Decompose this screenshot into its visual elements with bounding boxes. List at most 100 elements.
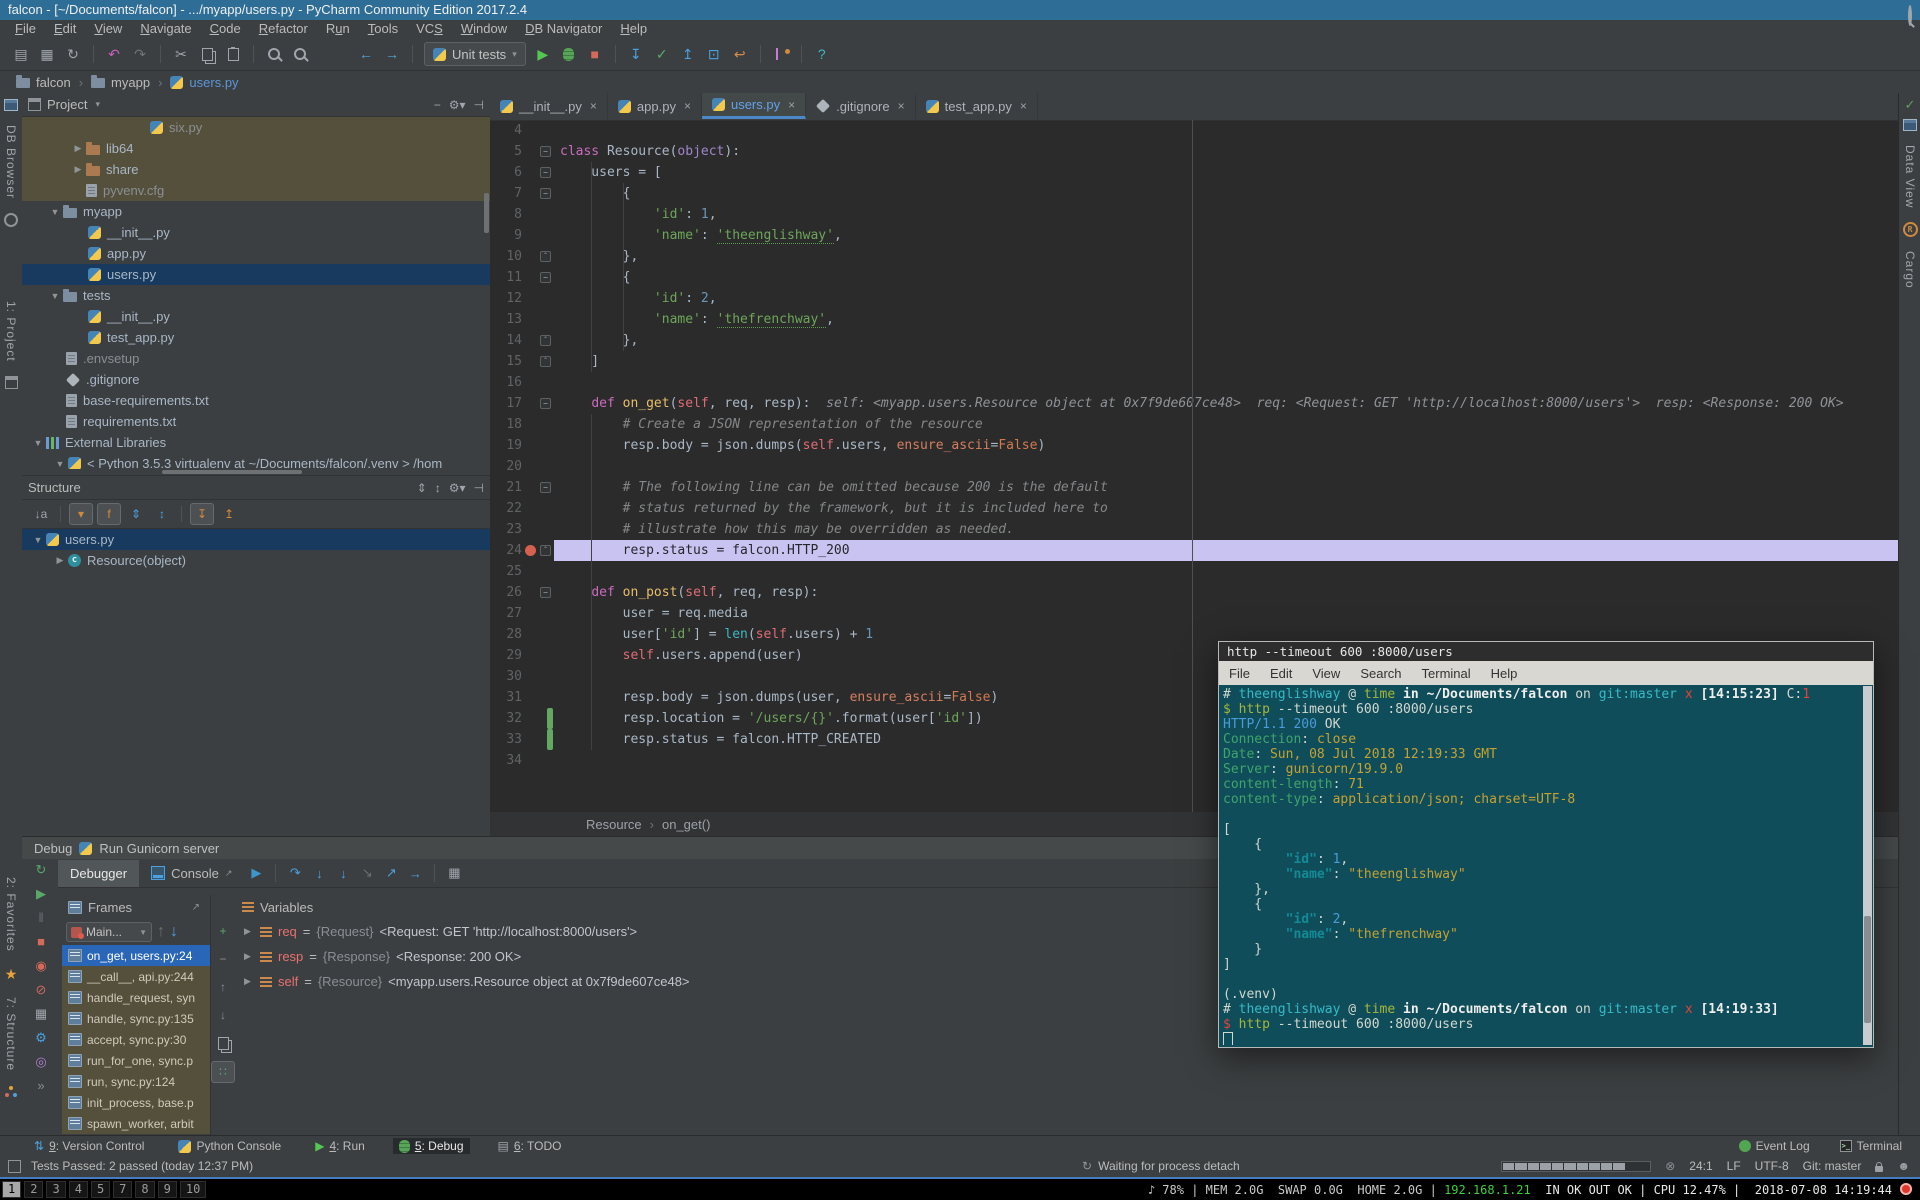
view-breakpoints-icon[interactable]: ◉ — [29, 957, 53, 974]
tab-test-app-py[interactable]: test_app.py× — [916, 93, 1038, 119]
toolwindow-6-todo[interactable]: ▤6: TODO — [492, 1138, 568, 1154]
find-icon[interactable] — [262, 43, 286, 65]
project-item-users-py[interactable]: users.py — [22, 264, 490, 285]
code-line-7[interactable]: 7− { — [490, 183, 1898, 204]
menu-help[interactable]: Help — [611, 20, 656, 38]
project-item-external-libraries[interactable]: ▼External Libraries — [22, 432, 490, 453]
project-item-share[interactable]: ▶share — [22, 159, 490, 180]
frame-row[interactable]: handle_request, syn — [62, 987, 210, 1008]
project-item-init-py[interactable]: __init__.py — [22, 306, 490, 327]
code-line-17[interactable]: 17− def on_get(self, req, resp): self: <… — [490, 393, 1898, 414]
menu-edit[interactable]: Edit — [45, 20, 85, 38]
file-encoding[interactable]: UTF-8 — [1755, 1159, 1789, 1173]
code-line-13[interactable]: 13 'name': 'thefrenchway', — [490, 309, 1898, 330]
frame-row[interactable]: on_get, users.py:24 — [62, 945, 210, 966]
stop-progress-icon[interactable]: ⊗ — [1665, 1159, 1675, 1173]
tool-button-1-project[interactable]: 1: Project — [4, 301, 18, 362]
editor-breadcrumb-resource[interactable]: Resource — [586, 817, 642, 832]
tab-init-py[interactable]: __init__.py× — [490, 93, 608, 119]
expand-all-icon[interactable]: ⇕ — [417, 481, 427, 495]
workspace-5[interactable]: 5 — [91, 1181, 110, 1198]
workspace-10[interactable]: 10 — [180, 1181, 206, 1198]
code-line-14[interactable]: 14ˆ }, — [490, 330, 1898, 351]
copy-icon[interactable] — [195, 43, 219, 65]
project-item-test-app-py[interactable]: test_app.py — [22, 327, 490, 348]
step-out-icon[interactable]: ↗ — [379, 862, 403, 884]
terminal-menu-edit[interactable]: Edit — [1260, 666, 1302, 681]
sort-alphabetically-icon[interactable]: ↓a — [30, 504, 52, 524]
toolwindow-toggle-icon[interactable] — [8, 1160, 21, 1173]
project-tree-vscrollbar[interactable] — [484, 193, 489, 233]
tool-button-cargo[interactable]: Cargo — [1903, 251, 1917, 289]
code-line-11[interactable]: 11− { — [490, 267, 1898, 288]
menu-file[interactable]: File — [6, 20, 45, 38]
expand-all-icon[interactable]: ⇕ — [125, 504, 147, 524]
workspace-3[interactable]: 3 — [46, 1181, 65, 1198]
step-into-my-code-icon[interactable]: ↓ — [331, 862, 355, 884]
breakpoint-icon[interactable] — [525, 545, 536, 556]
project-item-base-requirements-txt[interactable]: base-requirements.txt — [22, 390, 490, 411]
structure-item-resource-object[interactable]: ▶cResource(object) — [22, 550, 490, 571]
gear-icon[interactable]: ⚙▾ — [449, 98, 466, 112]
menu-tools[interactable]: Tools — [359, 20, 407, 38]
toolwindow-python-console[interactable]: Python Console — [172, 1138, 287, 1154]
paste-icon[interactable] — [221, 43, 245, 65]
structure-item-users-py[interactable]: ▼users.py — [22, 529, 490, 550]
toolwindow-event-log[interactable]: Event Log — [1733, 1138, 1816, 1154]
cut-icon[interactable]: ✂ — [169, 43, 193, 65]
code-line-21[interactable]: 21− # The following line can be omitted … — [490, 477, 1898, 498]
menu-window[interactable]: Window — [452, 20, 516, 38]
code-line-12[interactable]: 12 'id': 2, — [490, 288, 1898, 309]
frame-row[interactable]: __call__, api.py:244 — [62, 966, 210, 987]
frame-row[interactable]: init_process, base.p — [62, 1092, 210, 1113]
line-ending[interactable]: LF — [1727, 1159, 1741, 1173]
stop-icon[interactable]: ■ — [583, 43, 607, 65]
show-functions-icon[interactable]: f — [97, 503, 121, 525]
float-panel-icon[interactable]: ↗ — [192, 902, 200, 913]
menu-navigate[interactable]: Navigate — [131, 20, 200, 38]
frame-down-icon[interactable]: ↓ — [170, 923, 178, 941]
code-line-22[interactable]: 22 # status returned by the framework, b… — [490, 498, 1898, 519]
workspace-2[interactable]: 2 — [24, 1181, 43, 1198]
toolwindow-4-run[interactable]: ▶4: Run — [309, 1138, 371, 1154]
tab-gitignore[interactable]: .gitignore× — [806, 93, 916, 119]
project-item-six-py[interactable]: six.py — [22, 117, 490, 138]
code-line-15[interactable]: 15ˆ ] — [490, 351, 1898, 372]
project-item-gitignore[interactable]: .gitignore — [22, 369, 490, 390]
step-into-icon[interactable]: ↓ — [307, 862, 331, 884]
code-line-4[interactable]: 4 — [490, 120, 1898, 141]
git-branch[interactable]: Git: master — [1803, 1159, 1862, 1173]
code-line-8[interactable]: 8 'id': 1, — [490, 204, 1898, 225]
branches-icon[interactable] — [769, 43, 793, 65]
undo-icon[interactable]: ↶ — [102, 43, 126, 65]
evaluate-expression-icon[interactable]: ▦ — [442, 862, 466, 884]
cargo-icon[interactable]: R — [1903, 222, 1918, 237]
code-line-27[interactable]: 27 user = req.media — [490, 603, 1898, 624]
close-tab-icon[interactable]: × — [898, 99, 905, 113]
code-line-5[interactable]: 5−class Resource(object): — [490, 141, 1898, 162]
workspace-8[interactable]: 8 — [135, 1181, 154, 1198]
code-line-20[interactable]: 20 — [490, 456, 1898, 477]
menu-code[interactable]: Code — [201, 20, 250, 38]
add-watch-icon[interactable]: + — [212, 921, 234, 941]
show-threads-icon[interactable]: ∷ — [211, 1061, 235, 1083]
tab-app-py[interactable]: app.py× — [608, 93, 702, 119]
tab-console[interactable]: Console↗ — [139, 860, 244, 887]
project-view-dropdown-icon[interactable]: ▾ — [95, 99, 100, 110]
project-item-pyvenv-cfg[interactable]: pyvenv.cfg — [22, 180, 490, 201]
back-icon[interactable]: ← — [354, 43, 378, 65]
project-item-lib64[interactable]: ▶lib64 — [22, 138, 490, 159]
close-tab-icon[interactable]: × — [590, 99, 597, 113]
step-over-icon[interactable]: ↷ — [283, 862, 307, 884]
frame-row[interactable]: handle, sync.py:135 — [62, 1008, 210, 1029]
collapse-all-icon[interactable]: ↕ — [435, 481, 441, 495]
project-item-myapp[interactable]: ▼myapp — [22, 201, 490, 222]
save-all-icon[interactable]: ▦ — [35, 43, 59, 65]
menu-vcs[interactable]: VCS — [407, 20, 452, 38]
restore-layout-icon[interactable]: ▦ — [29, 1005, 53, 1022]
terminal-menu-view[interactable]: View — [1302, 666, 1350, 681]
project-item-app-py[interactable]: app.py — [22, 243, 490, 264]
debug-icon[interactable] — [557, 43, 581, 65]
resume-icon[interactable]: ▶ — [29, 885, 53, 902]
thread-selector[interactable]: Main... ▼ — [66, 922, 152, 942]
